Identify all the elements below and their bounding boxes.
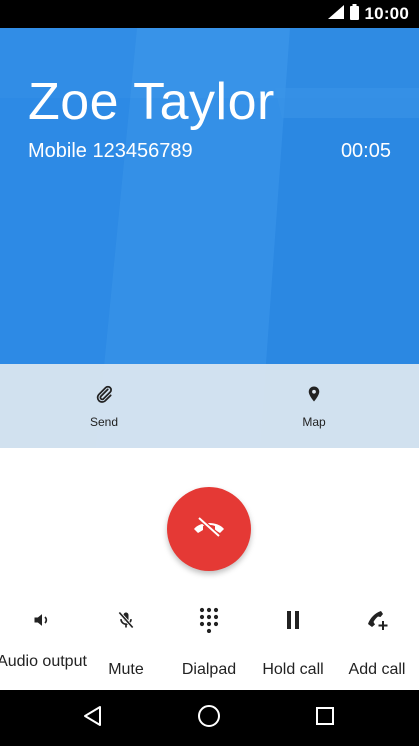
caller-info-panel: Zoe Taylor Mobile 123456789 00:05 Send M… (0, 28, 419, 448)
home-icon (197, 704, 221, 733)
paperclip-icon (94, 384, 114, 409)
pause-icon (251, 606, 335, 634)
mute-button[interactable]: Mute (84, 600, 168, 690)
recents-button[interactable] (290, 690, 360, 746)
call-timer: 00:05 (340, 140, 391, 162)
mic-off-icon (84, 606, 168, 634)
speaker-icon (0, 606, 84, 634)
hold-call-label: Hold call (262, 661, 324, 678)
back-button[interactable] (58, 690, 128, 746)
navigation-bar (0, 690, 419, 746)
add-call-label: Add call (348, 661, 406, 678)
mute-label: Mute (108, 661, 144, 678)
status-bar: 10:00 (0, 0, 419, 28)
send-button[interactable]: Send (44, 364, 164, 448)
add-call-icon (335, 606, 419, 634)
audio-output-button[interactable]: Audio output (0, 600, 87, 690)
status-icons: 10:00 (327, 0, 409, 28)
battery-icon (349, 3, 359, 25)
call-controls: Audio output Mute Dialpad Hold call Add … (0, 600, 419, 690)
location-pin-icon (305, 384, 323, 409)
status-time: 10:00 (364, 4, 409, 23)
map-label: Map (302, 414, 326, 429)
map-button[interactable]: Map (254, 364, 374, 448)
end-call-icon (192, 515, 226, 543)
audio-output-label: Audio output (0, 653, 87, 670)
back-icon (82, 705, 104, 732)
home-button[interactable] (174, 690, 244, 746)
recents-icon (315, 706, 335, 731)
quick-actions-bar: Send Map (0, 364, 419, 448)
add-call-button[interactable]: Add call (335, 600, 419, 690)
dialpad-button[interactable]: Dialpad (167, 600, 251, 690)
hold-call-button[interactable]: Hold call (251, 600, 335, 690)
caller-number: Mobile 123456789 (28, 140, 193, 162)
dialpad-label: Dialpad (181, 661, 237, 678)
send-label: Send (89, 414, 119, 429)
in-call-screen: 10:00 Zoe Taylor Mobile 123456789 00:05 … (0, 0, 419, 746)
caller-name: Zoe Taylor (28, 73, 275, 131)
dialpad-icon (167, 606, 251, 634)
end-call-button[interactable] (167, 487, 251, 571)
signal-icon (327, 4, 344, 24)
